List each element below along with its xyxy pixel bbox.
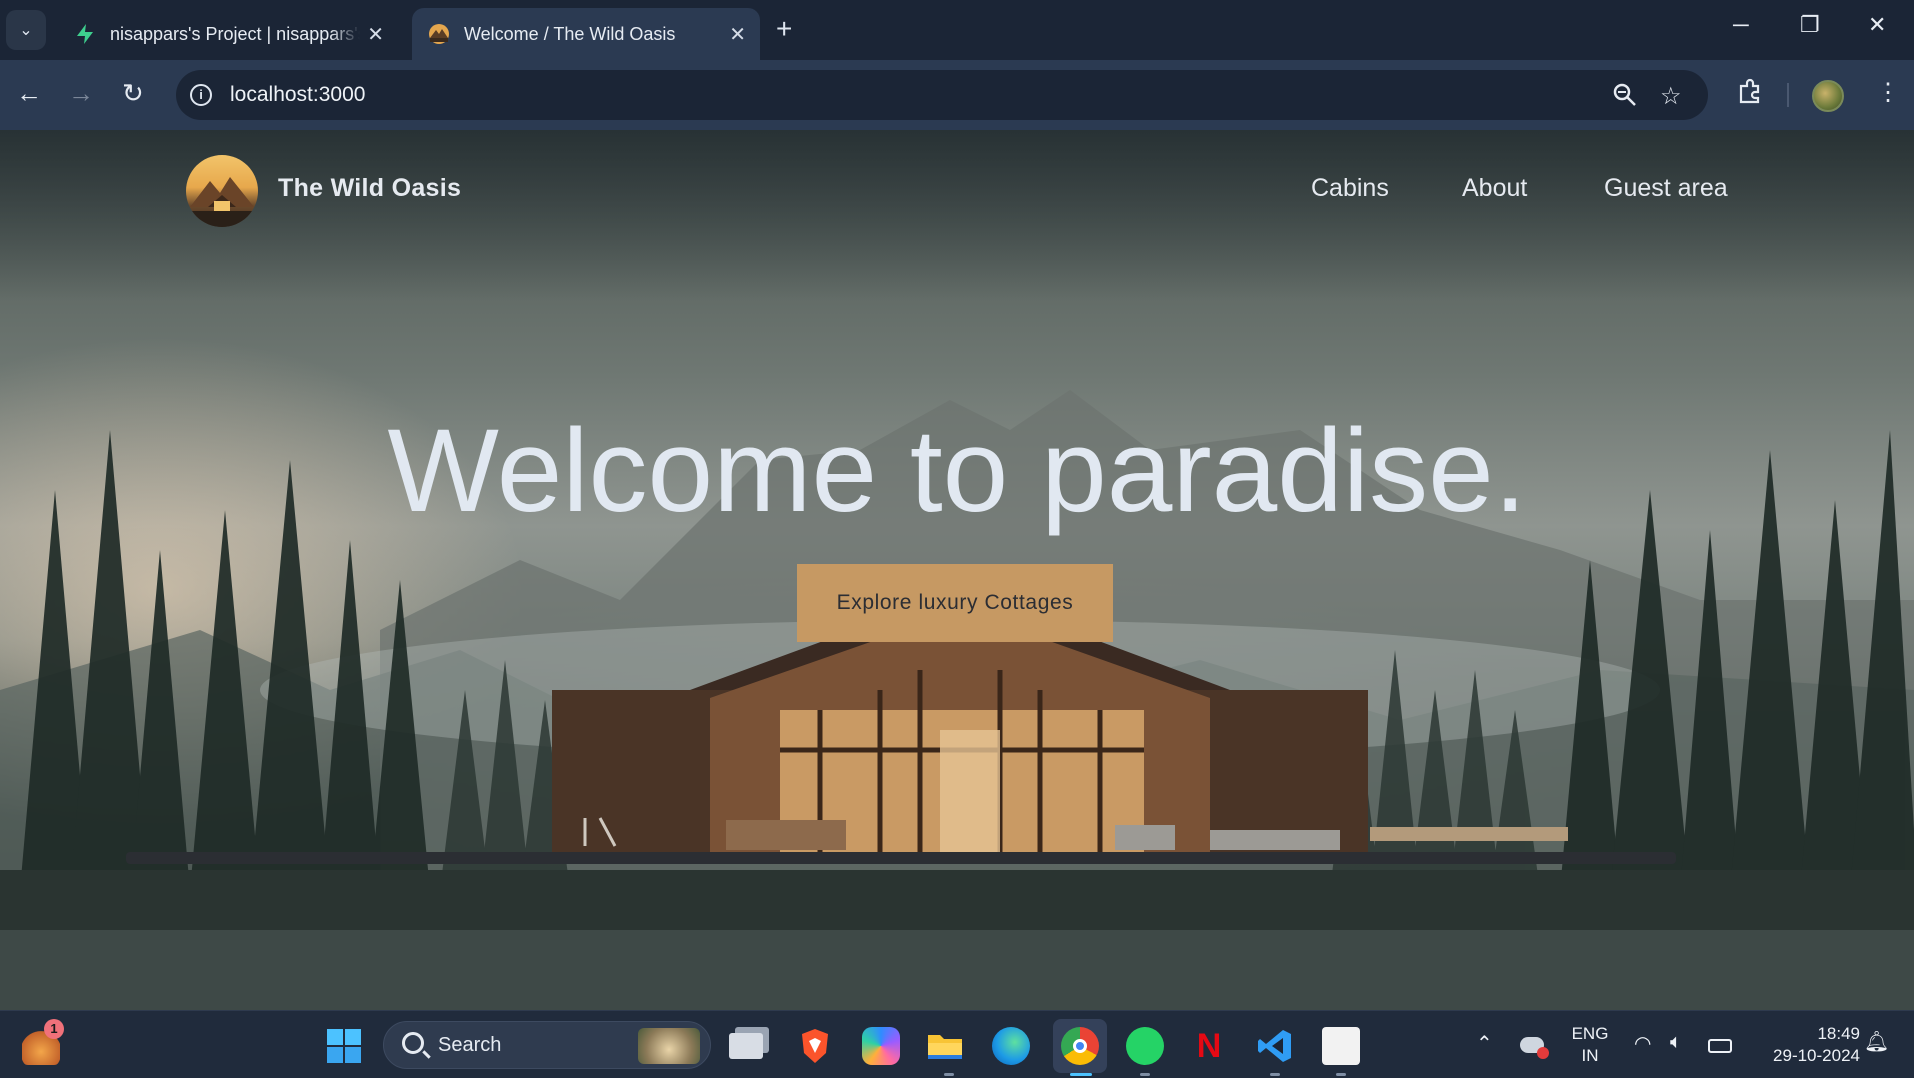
zoom-icon[interactable] <box>1612 82 1638 108</box>
close-window-icon[interactable]: ✕ <box>1868 12 1886 38</box>
chrome-center-icon <box>1073 1039 1087 1053</box>
browser-tab-active[interactable]: Welcome / The Wild Oasis ✕ <box>412 8 760 60</box>
toolbar-divider <box>1787 83 1789 107</box>
search-icon <box>402 1032 424 1054</box>
profile-avatar[interactable] <box>1812 80 1844 112</box>
windows-start-icon[interactable] <box>325 1027 363 1065</box>
vscode-icon[interactable] <box>1256 1027 1294 1065</box>
minimize-icon[interactable]: ─ <box>1733 12 1749 38</box>
address-bar[interactable]: i localhost:3000 ☆ <box>176 70 1708 120</box>
whatsapp-icon[interactable] <box>1126 1027 1164 1065</box>
restore-icon[interactable]: ❐ <box>1800 12 1820 38</box>
show-hidden-icons-chevron-icon[interactable]: ⌃ <box>1476 1033 1493 1055</box>
onedrive-error-icon <box>1537 1047 1549 1059</box>
new-tab-button[interactable]: + <box>776 14 792 44</box>
edge-browser-icon[interactable] <box>992 1027 1030 1065</box>
netflix-icon[interactable]: N <box>1190 1027 1228 1065</box>
forward-icon[interactable]: → <box>68 78 94 108</box>
explore-cottages-button[interactable]: Explore luxury Cottages <box>797 564 1113 642</box>
language-code: ENG <box>1571 1024 1609 1043</box>
volume-icon[interactable]: 🔈︎ <box>1670 1031 1682 1053</box>
snipping-tool-icon[interactable] <box>1322 1027 1360 1065</box>
close-tab-icon[interactable]: ✕ <box>729 22 746 47</box>
running-indicator <box>1336 1073 1346 1076</box>
browser-tab-strip: ⌄ nisappars's Project | nisappars's ✕ We… <box>0 0 1914 60</box>
running-indicator <box>944 1073 954 1076</box>
brand-logo[interactable] <box>186 155 258 227</box>
nav-cabins[interactable]: Cabins <box>1311 174 1389 203</box>
bookmark-star-icon[interactable]: ☆ <box>1660 82 1682 111</box>
reload-icon[interactable]: ↻ <box>122 78 144 108</box>
search-highlight-image <box>638 1028 700 1064</box>
task-view-icon[interactable] <box>729 1033 763 1059</box>
tab-title: nisappars's Project | nisappars's <box>110 23 360 44</box>
brand-name[interactable]: The Wild Oasis <box>278 174 461 203</box>
tab-title: Welcome / The Wild Oasis <box>464 23 676 44</box>
taskbar-search-input[interactable]: Search <box>383 1021 711 1069</box>
notification-center-icon[interactable]: 🔔︎ <box>1864 1031 1889 1053</box>
header-overlay <box>0 130 1914 300</box>
browser-menu-icon[interactable]: ⋮ <box>1876 78 1900 107</box>
battery-icon[interactable] <box>1708 1039 1732 1053</box>
close-tab-icon[interactable]: ✕ <box>367 22 384 47</box>
hero-section: The Wild Oasis Cabins About Guest area W… <box>0 130 1914 1010</box>
language-indicator[interactable]: ENG IN <box>1568 1023 1612 1067</box>
search-label: Search <box>438 1034 502 1056</box>
clock[interactable]: 18:49 29-10-2024 <box>1752 1023 1860 1067</box>
running-indicator <box>1270 1073 1280 1076</box>
extensions-icon[interactable] <box>1736 78 1764 106</box>
browser-tab-inactive[interactable]: nisappars's Project | nisappars's ✕ <box>58 8 398 60</box>
back-icon[interactable]: ← <box>16 78 42 108</box>
notification-badge: 1 <box>44 1019 64 1039</box>
wifi-icon[interactable]: ◠ <box>1634 1033 1651 1055</box>
site-info-icon[interactable]: i <box>190 84 212 106</box>
wild-oasis-favicon-icon <box>429 24 449 44</box>
region-code: IN <box>1581 1046 1599 1065</box>
nav-guest-area[interactable]: Guest area <box>1604 174 1728 203</box>
date-text: 29-10-2024 <box>1773 1046 1860 1065</box>
running-indicator <box>1140 1073 1150 1076</box>
windows-taskbar: 1 Search N ⌃ ENG IN ◠ 🔈︎ 18:49 29-10-202… <box>0 1010 1914 1078</box>
time-text: 18:49 <box>1817 1024 1860 1043</box>
url-text[interactable]: localhost:3000 <box>230 83 365 107</box>
mountain-cabin-logo-icon <box>186 177 258 227</box>
tab-search-dropdown-icon[interactable]: ⌄ <box>6 10 46 50</box>
browser-toolbar: ← → ↻ i localhost:3000 ☆ <box>0 60 1914 130</box>
supabase-favicon-icon <box>77 24 93 44</box>
active-indicator <box>1070 1073 1092 1076</box>
copilot-icon[interactable] <box>862 1027 900 1065</box>
nav-about[interactable]: About <box>1462 174 1527 203</box>
brave-browser-icon[interactable] <box>796 1027 834 1065</box>
file-explorer-icon[interactable] <box>926 1027 964 1065</box>
hero-heading: Welcome to paradise. <box>387 405 1527 537</box>
